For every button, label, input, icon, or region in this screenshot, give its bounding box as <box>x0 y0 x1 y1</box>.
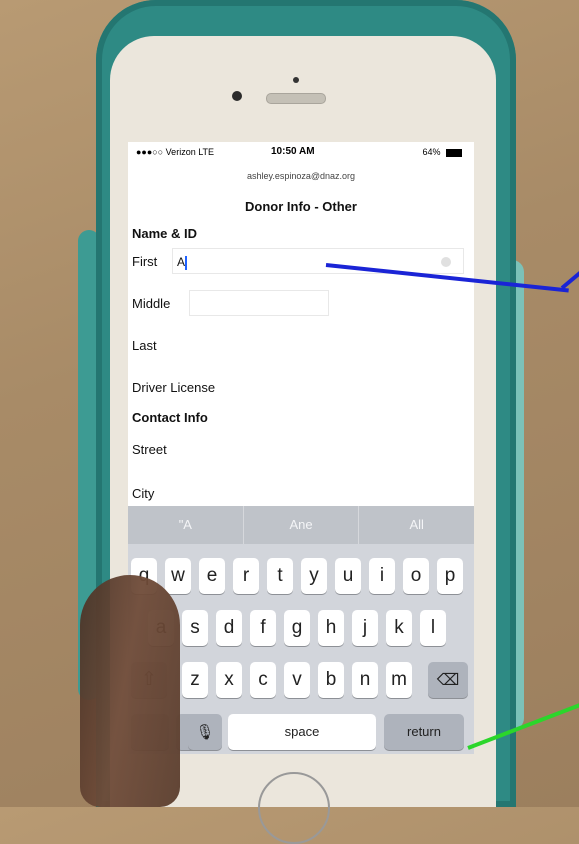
middle-name-label: Middle <box>132 296 171 311</box>
city-input[interactable] <box>172 480 432 506</box>
street-row: Street <box>132 436 468 464</box>
key-t[interactable]: t <box>267 558 293 594</box>
status-bar: ●●●○○ Verizon LTE 10:50 AM 64% <box>128 142 474 162</box>
clear-icon[interactable] <box>441 257 451 267</box>
key-e[interactable]: e <box>199 558 225 594</box>
street-input[interactable] <box>184 436 444 462</box>
key-h[interactable]: h <box>318 610 344 646</box>
key-p[interactable]: p <box>437 558 463 594</box>
key-n[interactable]: n <box>352 662 378 698</box>
earpiece-speaker <box>266 93 326 104</box>
user-finger <box>80 575 180 807</box>
key-o[interactable]: o <box>403 558 429 594</box>
key-w[interactable]: w <box>165 558 191 594</box>
key-y[interactable]: y <box>301 558 327 594</box>
city-label: City <box>132 486 155 501</box>
carrier-label: ●●●○○ Verizon LTE <box>136 147 215 157</box>
last-name-input[interactable] <box>172 332 332 358</box>
driver-license-row: Driver License <box>132 374 468 402</box>
battery-status: 64% <box>422 147 462 157</box>
key-r[interactable]: r <box>233 558 259 594</box>
key-d[interactable]: d <box>216 610 242 646</box>
suggestion-item[interactable]: All <box>359 506 474 544</box>
key-k[interactable]: k <box>386 610 412 646</box>
middle-name-input[interactable] <box>189 290 329 316</box>
key-z[interactable]: z <box>182 662 208 698</box>
first-name-label: First <box>132 254 158 269</box>
driver-license-label: Driver License <box>132 380 216 395</box>
space-key[interactable]: space <box>228 714 376 750</box>
home-button[interactable] <box>258 772 330 844</box>
middle-name-row: Middle <box>132 290 468 318</box>
account-email: ashley.espinoza@dnaz.org <box>246 171 356 181</box>
microphone-icon: 🎙 <box>195 724 215 741</box>
key-c[interactable]: c <box>250 662 276 698</box>
key-j[interactable]: j <box>352 610 378 646</box>
key-g[interactable]: g <box>284 610 310 646</box>
battery-percent: 64% <box>422 147 441 157</box>
status-time: 10:50 AM <box>271 146 315 157</box>
section-contact-info: Contact Info <box>132 410 208 425</box>
key-u[interactable]: u <box>335 558 361 594</box>
page-title: Donor Info - Other <box>245 199 357 214</box>
key-f[interactable]: f <box>250 610 276 646</box>
backspace-icon: ⌫ <box>436 672 460 689</box>
key-i[interactable]: i <box>369 558 395 594</box>
microphone-key[interactable]: 🎙 <box>188 714 222 750</box>
proximity-sensor <box>293 77 299 83</box>
battery-icon <box>446 148 462 157</box>
suggestion-bar: "A Ane All <box>128 506 474 544</box>
return-key[interactable]: return <box>384 714 464 750</box>
suggestion-item[interactable]: "A <box>128 506 244 544</box>
front-camera-icon <box>232 91 242 101</box>
key-m[interactable]: m <box>386 662 412 698</box>
city-row: City <box>132 480 468 508</box>
key-l[interactable]: l <box>420 610 446 646</box>
key-s[interactable]: s <box>182 610 208 646</box>
key-b[interactable]: b <box>318 662 344 698</box>
driver-license-input[interactable] <box>244 374 444 400</box>
key-x[interactable]: x <box>216 662 242 698</box>
annotation-arrow-blue-tip <box>560 270 579 290</box>
backspace-key[interactable]: ⌫ <box>428 662 468 698</box>
text-caret <box>185 255 188 270</box>
section-name-id: Name & ID <box>132 226 198 241</box>
key-v[interactable]: v <box>284 662 310 698</box>
first-name-input[interactable]: A <box>172 248 464 274</box>
suggestion-item[interactable]: Ane <box>244 506 360 544</box>
last-name-row: Last <box>132 332 468 360</box>
first-name-value: A <box>177 255 186 269</box>
street-label: Street <box>132 442 167 457</box>
last-name-label: Last <box>132 338 157 353</box>
